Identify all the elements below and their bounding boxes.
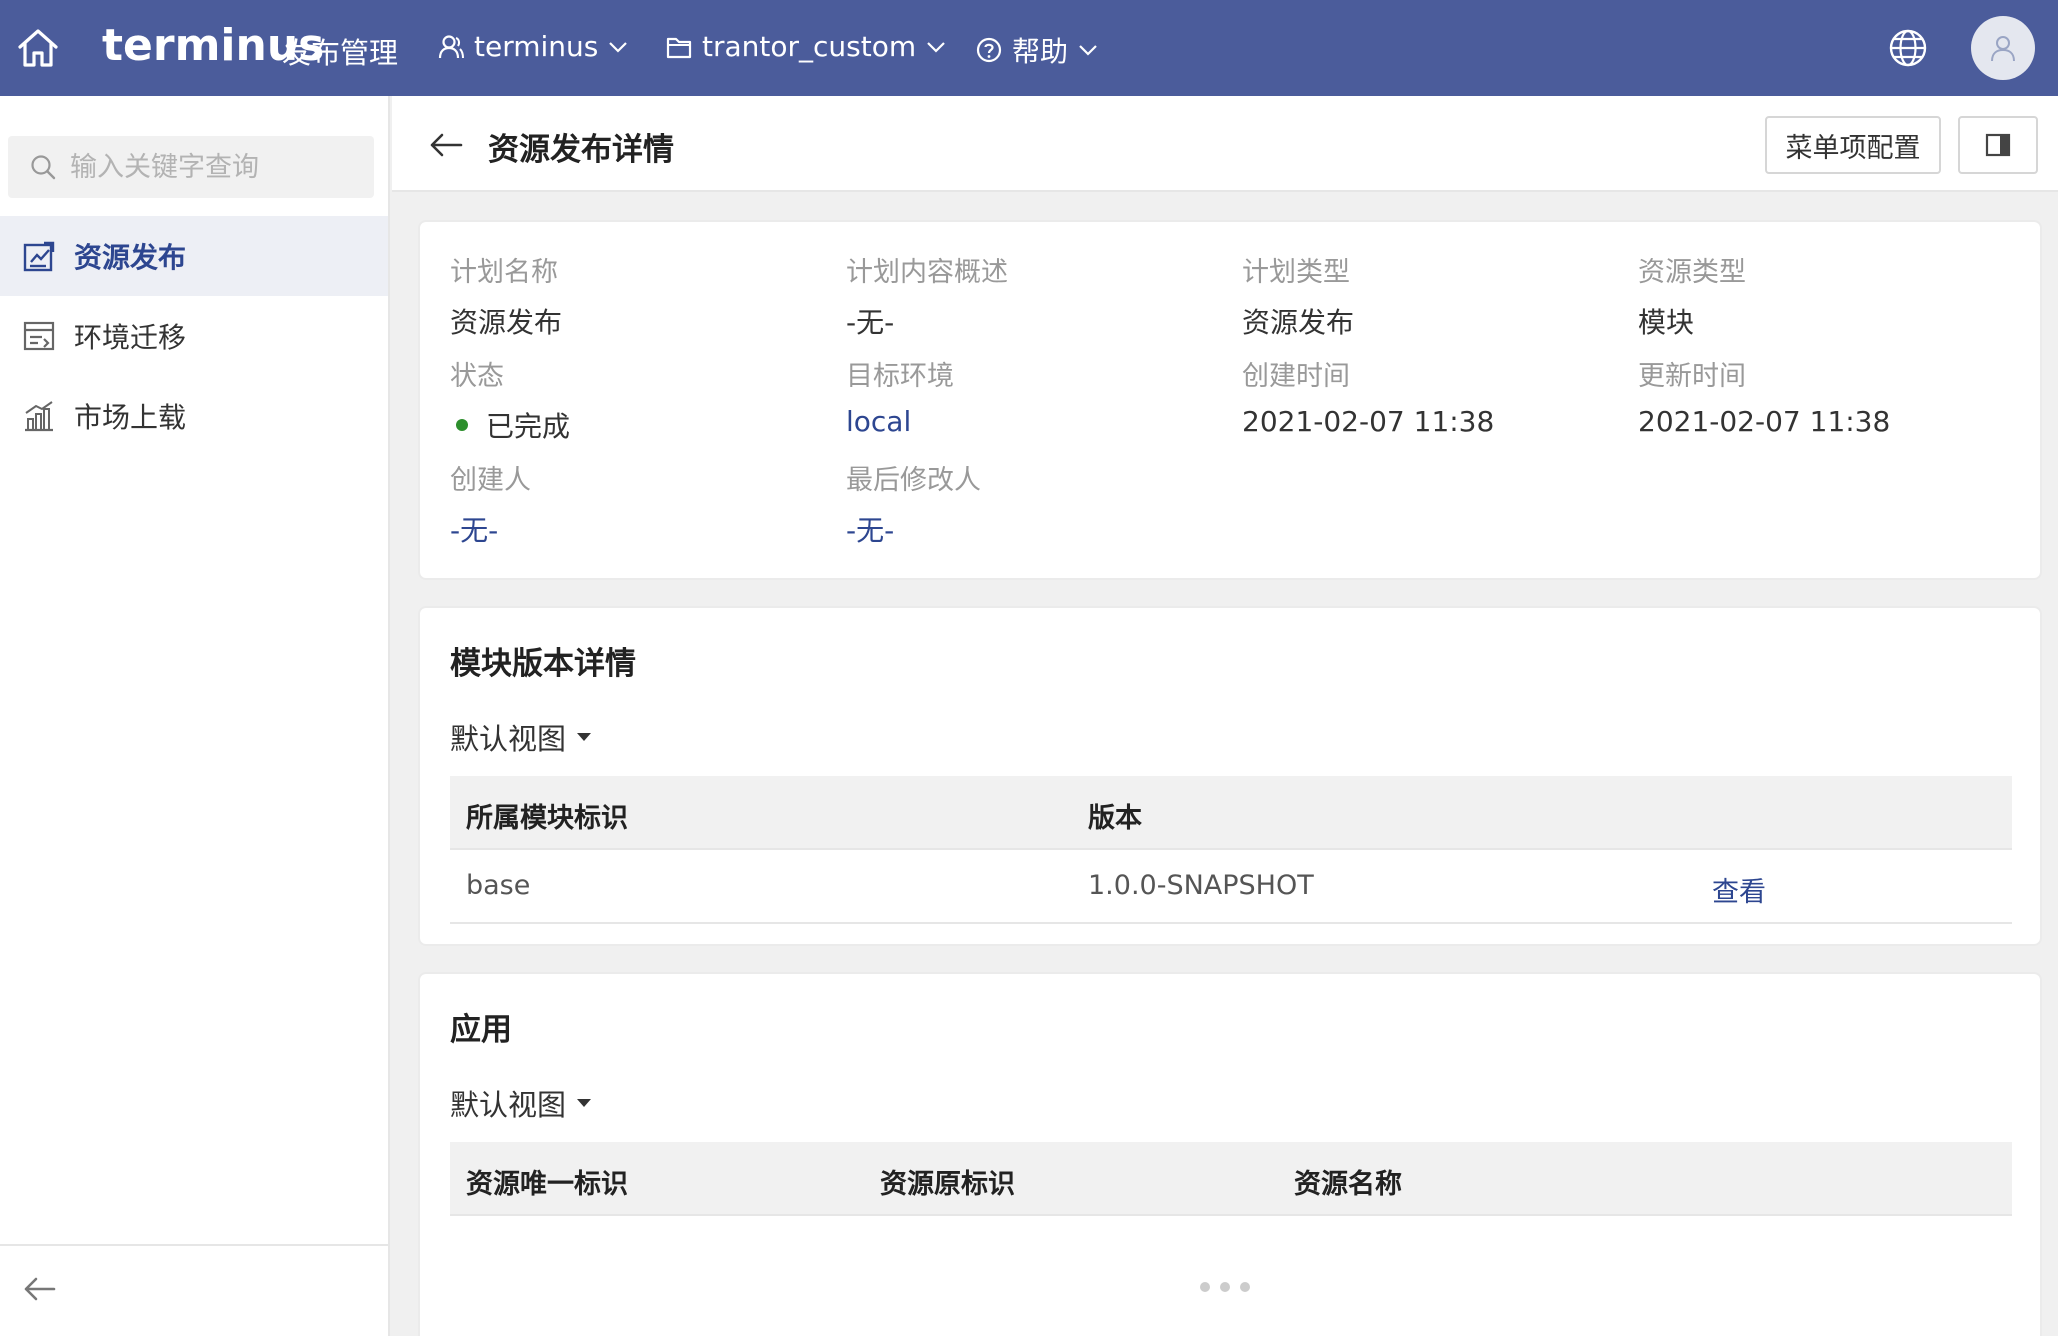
field-value: 2021-02-07 11:38	[1242, 405, 1495, 438]
view-selector[interactable]: 默认视图	[450, 1082, 592, 1124]
field-value: 模块	[1638, 306, 1695, 339]
field-label: 计划名称	[450, 257, 558, 288]
module-table: 所属模块标识 版本 base 1.0.0-SNAPSHOT 查看	[450, 776, 2012, 924]
field-label: 计划内容概述	[846, 257, 1008, 288]
field-created-at: 创建时间 2021-02-07 11:38	[1242, 354, 1494, 438]
user-icon	[438, 34, 464, 58]
org-name: terminus	[474, 30, 599, 63]
view-label: 默认视图	[450, 722, 567, 756]
sidebar-item-resource-release[interactable]: 资源发布	[0, 216, 388, 296]
sidebar-item-env-migration[interactable]: 环境迁移	[0, 296, 388, 376]
last-modifier-link[interactable]: -无-	[846, 509, 981, 549]
view-selector[interactable]: 默认视图	[450, 716, 592, 758]
module-id-cell: base	[466, 870, 531, 901]
sidebar-search[interactable]	[8, 136, 374, 198]
view-label: 默认视图	[450, 1088, 567, 1122]
field-last-modifier: 最后修改人 -无-	[846, 458, 981, 549]
status-text: 已完成	[486, 410, 571, 443]
field-target-env: 目标环境 local	[846, 354, 954, 438]
project-switcher[interactable]: trantor_custom	[666, 30, 946, 63]
column-header: 资源名称	[1294, 1169, 1402, 1200]
field-label: 状态	[450, 361, 504, 392]
field-label: 最后修改人	[846, 465, 981, 496]
target-env-link[interactable]: local	[846, 405, 954, 438]
sidebar-item-label: 资源发布	[74, 241, 187, 274]
folder-icon	[666, 37, 692, 58]
home-icon[interactable]	[16, 26, 60, 70]
search-icon	[31, 155, 56, 180]
app-name: 发布管理	[282, 36, 399, 70]
field-resource-type: 资源类型 模块	[1638, 250, 1746, 341]
caret-down-icon	[577, 733, 592, 741]
field-updated-at: 更新时间 2021-02-07 11:38	[1638, 354, 1890, 438]
column-header: 所属模块标识	[466, 803, 628, 834]
field-label: 创建人	[450, 465, 531, 496]
table-header: 资源唯一标识 资源原标识 资源名称	[450, 1142, 2012, 1216]
chart-upload-icon	[25, 401, 53, 432]
module-version-card: 模块版本详情 默认视图 所属模块标识 版本 base 1.0.0-SNAPSHO…	[418, 606, 2042, 946]
plan-details-card: 计划名称 资源发布 计划内容概述 -无- 计划类型 资源发布 资源类型 模块 状…	[418, 220, 2042, 580]
release-icon	[23, 241, 55, 272]
chevron-down-icon	[1079, 45, 1097, 56]
loading-dot	[1200, 1282, 1210, 1292]
field-creator: 创建人 -无-	[450, 458, 531, 549]
collapse-sidebar-icon[interactable]	[22, 1274, 58, 1304]
help-menu[interactable]: 帮助	[976, 30, 1098, 70]
top-bar: terminus 发布管理 terminus trantor_custom 帮助	[0, 0, 2058, 96]
page-header: 资源发布详情 菜单项配置	[392, 96, 2058, 192]
field-value: 资源发布	[450, 306, 563, 339]
table-row: base 1.0.0-SNAPSHOT 查看	[450, 850, 2012, 924]
field-label: 创建时间	[1242, 361, 1350, 392]
field-label: 资源类型	[1638, 257, 1746, 288]
field-value: 已完成	[450, 405, 570, 445]
field-label: 计划类型	[1242, 257, 1350, 288]
column-header: 资源原标识	[880, 1169, 1015, 1200]
field-plan-name: 计划名称 资源发布	[450, 250, 562, 341]
chevron-down-icon	[609, 41, 628, 53]
section-title: 应用	[450, 1012, 512, 1048]
menu-config-button[interactable]: 菜单项配置	[1765, 116, 1941, 174]
chevron-down-icon	[927, 41, 945, 53]
application-table: 资源唯一标识 资源原标识 资源名称	[450, 1142, 2012, 1216]
project-name: trantor_custom	[702, 30, 917, 63]
field-label: 更新时间	[1638, 361, 1746, 392]
page-title: 资源发布详情	[488, 132, 674, 168]
field-value: 资源发布	[1242, 306, 1355, 339]
sidebar-item-label: 环境迁移	[74, 321, 187, 354]
sidebar-footer	[0, 1244, 388, 1336]
caret-down-icon	[577, 1099, 592, 1107]
help-icon	[976, 37, 1002, 63]
sidebar-item-market-upload[interactable]: 市场上载	[0, 376, 388, 456]
migration-icon	[23, 321, 55, 351]
loading-indicator	[1200, 1282, 1250, 1292]
loading-dot	[1220, 1282, 1230, 1292]
column-header: 资源唯一标识	[466, 1169, 628, 1200]
sidebar-item-label: 市场上载	[74, 401, 187, 434]
field-plan-desc: 计划内容概述 -无-	[846, 250, 1008, 341]
user-icon	[1991, 36, 2015, 62]
globe-icon[interactable]	[1888, 28, 1928, 68]
view-link[interactable]: 查看	[1712, 870, 1766, 909]
table-header: 所属模块标识 版本	[450, 776, 2012, 850]
column-header: 版本	[1088, 803, 1142, 834]
field-plan-type: 计划类型 资源发布	[1242, 250, 1354, 341]
panel-toggle-button[interactable]	[1958, 116, 2038, 174]
side-panel-icon	[1985, 133, 2011, 157]
back-arrow-icon[interactable]	[428, 130, 464, 160]
creator-link[interactable]: -无-	[450, 509, 531, 549]
field-value: -无-	[846, 306, 895, 339]
field-status: 状态 已完成	[450, 354, 570, 445]
search-input[interactable]	[70, 151, 360, 183]
sidebar: 资源发布 环境迁移 市场上载	[0, 96, 390, 1336]
loading-dot	[1240, 1282, 1250, 1292]
status-dot	[456, 419, 468, 431]
help-label: 帮助	[1012, 35, 1069, 68]
section-title: 模块版本详情	[450, 646, 636, 682]
field-value: 2021-02-07 11:38	[1638, 405, 1891, 438]
org-switcher[interactable]: terminus	[438, 30, 628, 63]
avatar[interactable]	[1971, 16, 2035, 80]
version-cell: 1.0.0-SNAPSHOT	[1088, 870, 1314, 901]
field-label: 目标环境	[846, 361, 954, 392]
